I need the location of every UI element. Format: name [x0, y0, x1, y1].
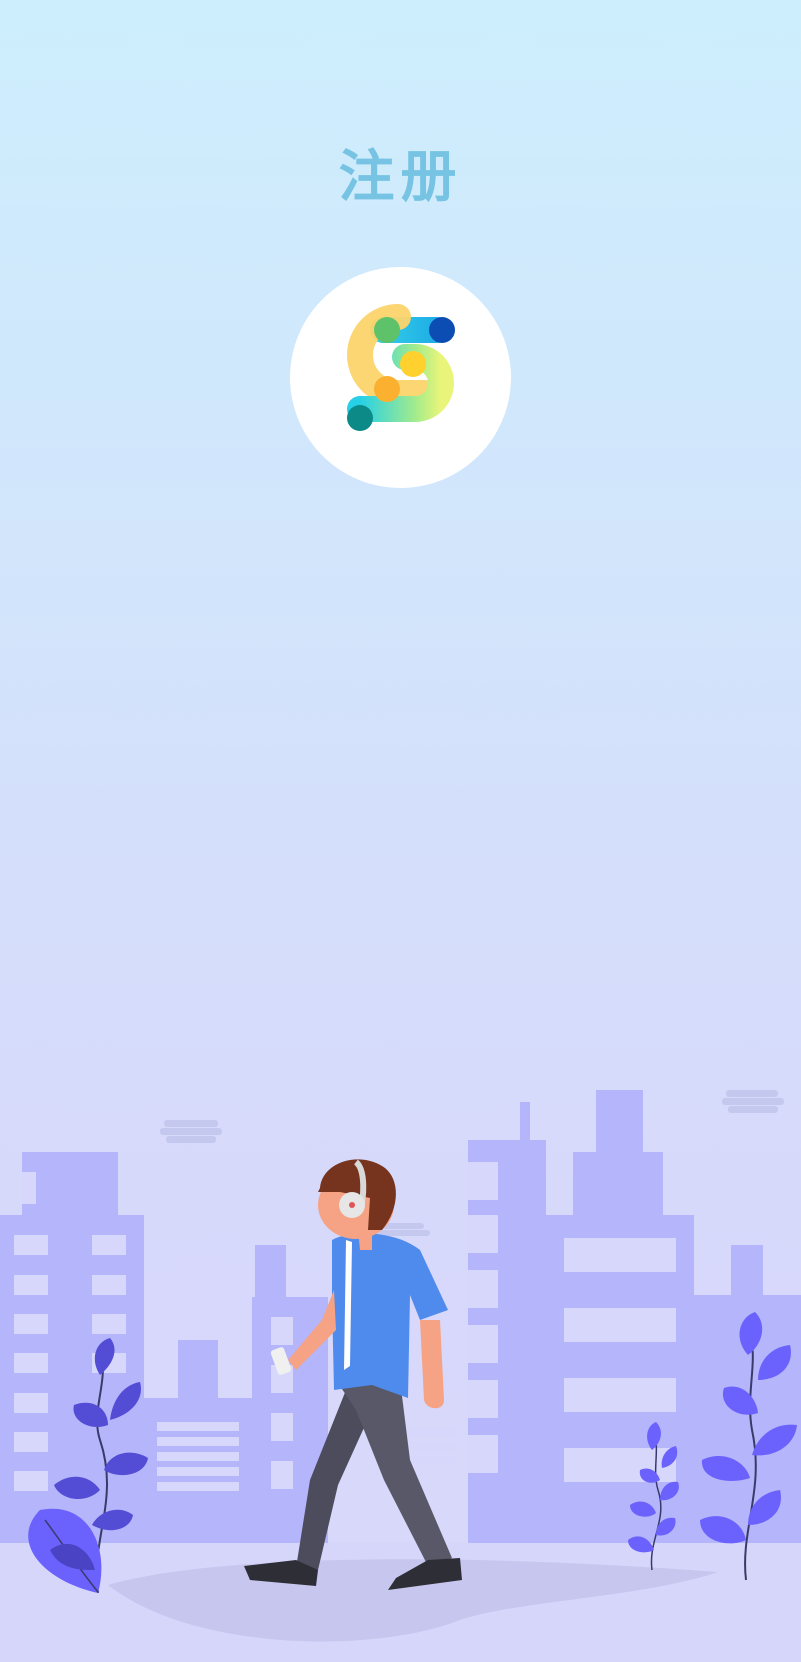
- app-logo-s-icon: [347, 304, 455, 431]
- city-skyline-icon: [0, 1090, 801, 1662]
- city-illustration: [0, 1080, 801, 1662]
- app-logo: [290, 267, 511, 488]
- page-title: 注册: [338, 145, 463, 210]
